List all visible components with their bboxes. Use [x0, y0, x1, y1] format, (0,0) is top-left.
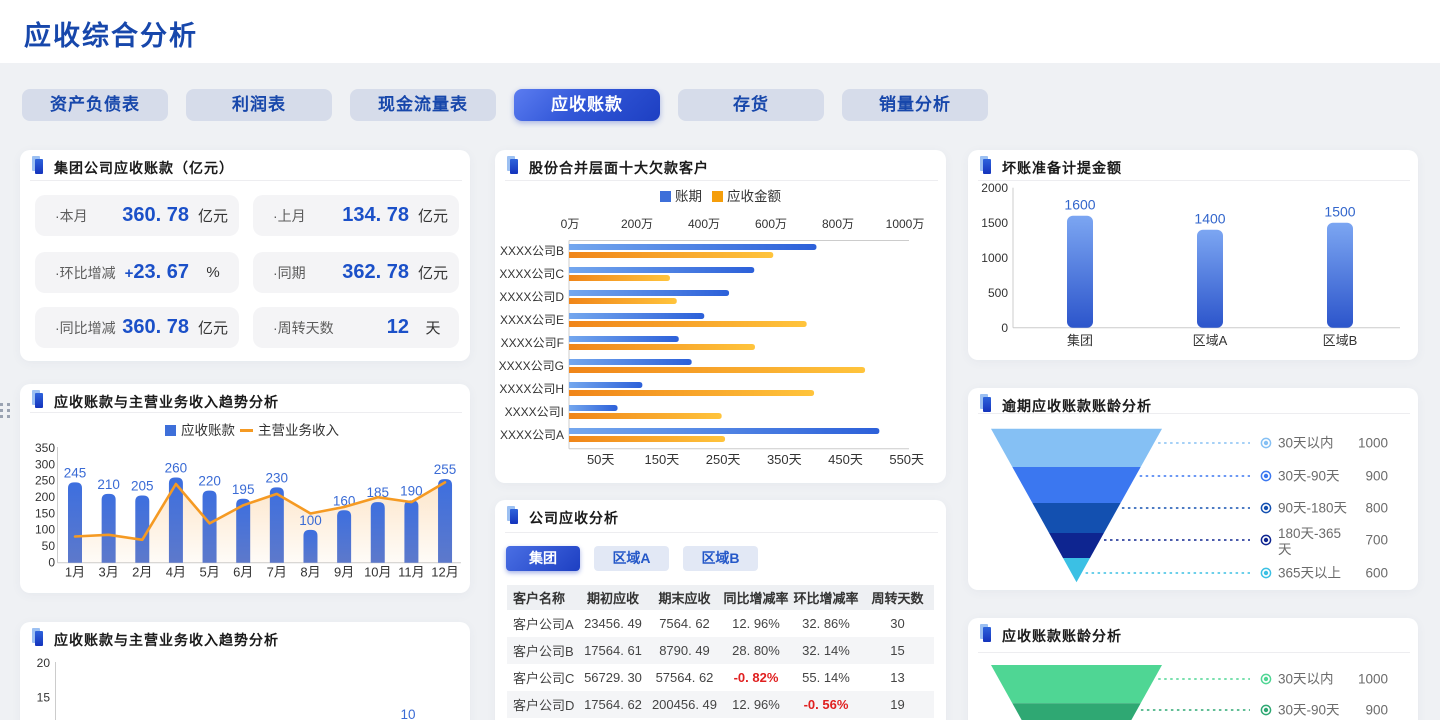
svg-text:255: 255 — [434, 462, 457, 477]
svg-text:XXXX公司A: XXXX公司A — [500, 428, 564, 442]
svg-text:区域A: 区域A — [1193, 333, 1228, 348]
svg-text:400万: 400万 — [688, 217, 720, 231]
svg-text:5月: 5月 — [199, 565, 219, 580]
svg-text:6月: 6月 — [233, 565, 253, 580]
svg-text:800: 800 — [1365, 501, 1388, 516]
svg-text:8月: 8月 — [300, 565, 320, 580]
svg-text:主营业务收入: 主营业务收入 — [258, 423, 339, 438]
svg-text:195: 195 — [232, 482, 255, 497]
svg-text:220: 220 — [198, 474, 221, 489]
svg-text:210: 210 — [97, 477, 120, 492]
svg-text:XXXX公司I: XXXX公司I — [505, 405, 564, 419]
svg-text:800万: 800万 — [822, 217, 854, 231]
svg-text:1600: 1600 — [1064, 197, 1095, 213]
svg-text:230: 230 — [266, 470, 289, 485]
svg-text:100: 100 — [35, 523, 55, 537]
svg-text:50天: 50天 — [587, 452, 614, 467]
svg-text:XXXX公司H: XXXX公司H — [499, 382, 564, 396]
svg-text:250: 250 — [35, 474, 55, 488]
svg-text:3月: 3月 — [98, 565, 118, 580]
svg-text:350天: 350天 — [767, 452, 802, 467]
svg-text:1500: 1500 — [1324, 204, 1355, 220]
svg-text:300: 300 — [35, 457, 55, 471]
svg-text:XXXX公司E: XXXX公司E — [500, 313, 564, 327]
svg-text:XXXX公司C: XXXX公司C — [499, 267, 564, 281]
svg-text:1000: 1000 — [981, 251, 1008, 265]
svg-text:600: 600 — [1365, 566, 1388, 581]
svg-text:20: 20 — [37, 656, 51, 670]
svg-text:365天以上: 365天以上 — [1278, 566, 1341, 581]
svg-text:10: 10 — [400, 707, 415, 720]
svg-text:200: 200 — [35, 490, 55, 504]
svg-text:应收金额: 应收金额 — [727, 188, 781, 204]
svg-text:账期: 账期 — [675, 189, 702, 204]
svg-text:30天-90天: 30天-90天 — [1278, 703, 1340, 718]
svg-text:集团: 集团 — [1067, 333, 1093, 348]
svg-text:205: 205 — [131, 479, 154, 494]
svg-text:12月: 12月 — [431, 565, 458, 580]
svg-text:2月: 2月 — [132, 565, 152, 580]
svg-text:200万: 200万 — [621, 217, 653, 231]
svg-text:900: 900 — [1365, 703, 1388, 718]
svg-text:245: 245 — [64, 465, 87, 480]
svg-text:天: 天 — [1278, 542, 1292, 557]
svg-text:600万: 600万 — [755, 217, 787, 231]
svg-text:30天以内: 30天以内 — [1278, 672, 1334, 687]
svg-text:100: 100 — [299, 513, 322, 528]
svg-text:应收账款: 应收账款 — [181, 422, 235, 438]
svg-text:XXXX公司G: XXXX公司G — [499, 359, 564, 373]
svg-text:1000: 1000 — [1358, 672, 1388, 687]
svg-text:0万: 0万 — [561, 217, 580, 231]
svg-text:0: 0 — [1001, 321, 1008, 335]
svg-text:550天: 550天 — [889, 452, 924, 467]
svg-text:50: 50 — [42, 539, 56, 553]
svg-text:7月: 7月 — [267, 565, 287, 580]
svg-text:1400: 1400 — [1194, 211, 1225, 227]
svg-text:9月: 9月 — [334, 565, 354, 580]
svg-text:XXXX公司B: XXXX公司B — [500, 244, 564, 258]
svg-text:2000: 2000 — [981, 181, 1008, 195]
svg-text:XXXX公司D: XXXX公司D — [499, 290, 564, 304]
svg-text:180天-365: 180天-365 — [1278, 526, 1341, 541]
svg-text:区域B: 区域B — [1323, 333, 1358, 348]
svg-text:0: 0 — [48, 555, 55, 569]
svg-text:260: 260 — [165, 461, 188, 476]
svg-text:XXXX公司F: XXXX公司F — [501, 336, 564, 350]
svg-text:4月: 4月 — [166, 565, 186, 580]
svg-text:10月: 10月 — [364, 565, 391, 580]
svg-text:15: 15 — [37, 691, 51, 705]
svg-text:30天以内: 30天以内 — [1278, 436, 1334, 451]
svg-text:90天-180天: 90天-180天 — [1278, 501, 1348, 516]
svg-text:500: 500 — [988, 286, 1008, 300]
svg-text:1000万: 1000万 — [886, 217, 925, 231]
svg-text:150天: 150天 — [645, 452, 680, 467]
svg-text:1000: 1000 — [1358, 436, 1388, 451]
svg-text:11月: 11月 — [398, 565, 425, 580]
svg-text:450天: 450天 — [828, 452, 863, 467]
svg-text:250天: 250天 — [706, 452, 741, 467]
svg-text:1500: 1500 — [981, 216, 1008, 230]
svg-text:30天-90天: 30天-90天 — [1278, 469, 1340, 484]
svg-text:900: 900 — [1365, 469, 1388, 484]
svg-text:1月: 1月 — [65, 565, 85, 580]
svg-text:350: 350 — [35, 441, 55, 455]
svg-text:150: 150 — [35, 506, 55, 520]
svg-text:700: 700 — [1365, 533, 1388, 548]
